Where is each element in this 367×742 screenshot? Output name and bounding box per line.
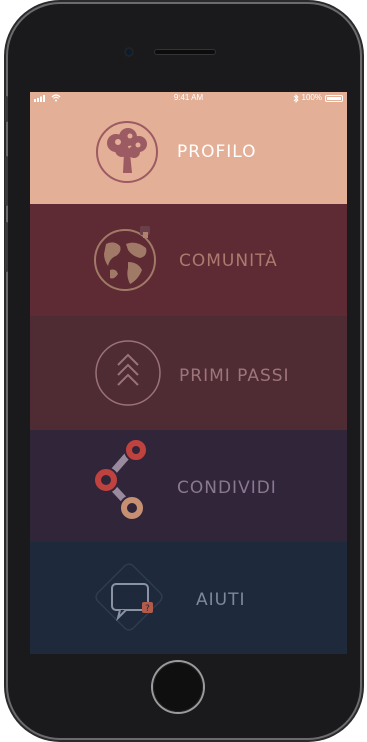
menu-item-aiuti[interactable]: ? AIUTI: [30, 542, 347, 654]
svg-text:?: ?: [145, 604, 150, 614]
battery-icon: [325, 94, 343, 102]
chevrons-up-icon: [95, 340, 161, 406]
front-camera: [124, 47, 134, 57]
share-icon: [93, 438, 148, 521]
globe-icon: [94, 226, 156, 291]
volume-down-button: [5, 222, 8, 272]
menu-label-comunita: COMUNITÀ: [179, 251, 278, 271]
menu-label-condividi: CONDIVIDI: [177, 478, 277, 498]
menu-item-primi-passi[interactable]: PRIMI PASSI: [30, 316, 347, 430]
bluetooth-icon: [293, 93, 299, 103]
menu-item-comunita[interactable]: COMUNITÀ: [30, 204, 347, 316]
mute-switch: [5, 96, 8, 122]
menu-label-profilo: PROFILO: [177, 142, 257, 162]
menu-item-profilo[interactable]: PROFILO: [30, 92, 347, 204]
chat-help-icon: ?: [95, 563, 163, 631]
tree-icon: [96, 121, 158, 183]
status-bar: 9:41 AM 100%: [30, 92, 347, 104]
menu-item-condividi[interactable]: CONDIVIDI: [30, 430, 347, 542]
volume-up-button: [5, 156, 8, 206]
battery-percent: 100%: [301, 93, 322, 102]
earpiece-speaker: [154, 49, 216, 55]
menu-label-aiuti: AIUTI: [196, 590, 246, 610]
app-screen: 9:41 AM 100% PROFILO COMUNITÀ PRIMI PASS…: [30, 92, 347, 654]
status-right: 100%: [293, 92, 343, 104]
menu-label-primi-passi: PRIMI PASSI: [179, 366, 290, 386]
home-button[interactable]: [153, 662, 203, 712]
